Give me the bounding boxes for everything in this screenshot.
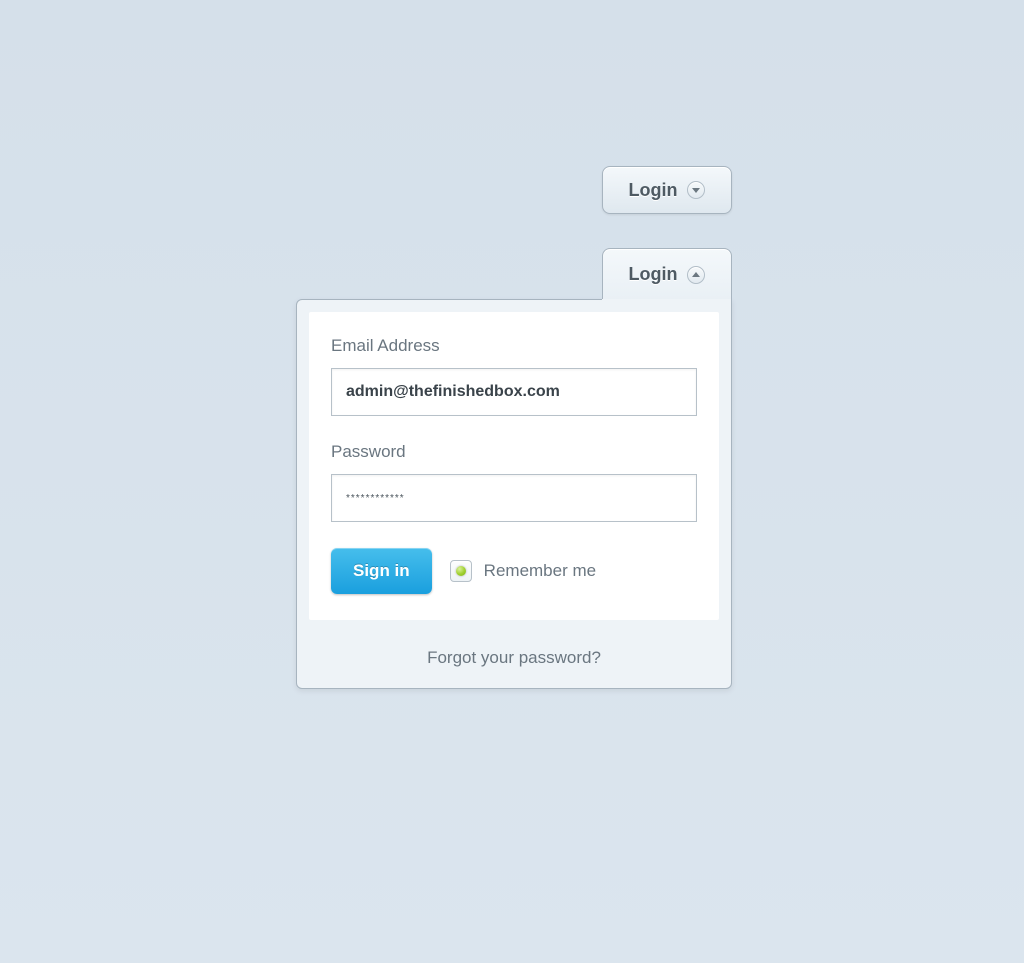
login-dropdown-collapsed[interactable]: Login: [602, 166, 732, 214]
login-panel-footer: Forgot your password?: [297, 632, 731, 688]
chevron-down-icon: [687, 181, 705, 199]
forgot-password-link[interactable]: Forgot your password?: [427, 648, 601, 667]
login-dropdown-collapsed-label: Login: [629, 180, 678, 201]
password-input[interactable]: [331, 474, 697, 522]
login-dropdown-tab-label: Login: [629, 264, 678, 285]
email-label: Email Address: [331, 336, 697, 356]
checkbox-checked-icon: [456, 566, 466, 576]
login-panel: Email Address Password Sign in Remember …: [296, 299, 732, 689]
chevron-up-icon: [687, 266, 705, 284]
email-field-group: Email Address: [331, 336, 697, 416]
remember-me-label: Remember me: [484, 561, 596, 581]
login-form: Email Address Password Sign in Remember …: [309, 312, 719, 620]
password-field-group: Password: [331, 442, 697, 522]
login-dropdown-tab[interactable]: Login: [602, 248, 732, 300]
remember-me-toggle[interactable]: Remember me: [450, 560, 596, 582]
remember-me-checkbox[interactable]: [450, 560, 472, 582]
sign-in-button[interactable]: Sign in: [331, 548, 432, 594]
login-dropdown-expanded: Login Email Address Password Sign in: [296, 248, 732, 638]
form-actions: Sign in Remember me: [331, 548, 697, 594]
password-label: Password: [331, 442, 697, 462]
email-input[interactable]: [331, 368, 697, 416]
